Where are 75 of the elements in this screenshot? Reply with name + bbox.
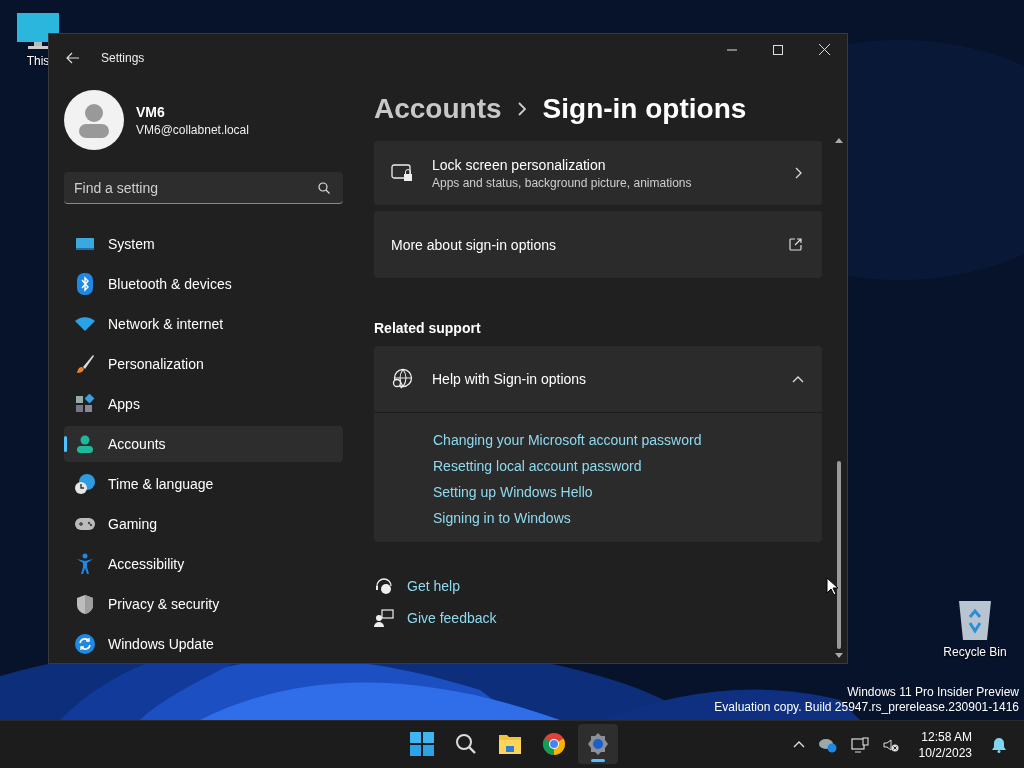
update-icon [74,633,96,655]
window-title: Settings [101,50,145,65]
chevron-right-icon [795,167,802,179]
help-link[interactable]: Setting up Windows Hello [433,484,593,500]
external-link-icon [789,238,802,251]
apps-icon [75,394,95,414]
sidebar-item[interactable]: Apps [64,386,343,422]
user-email: VM6@collabnet.local [136,122,249,137]
card-title: More about sign-in options [391,236,557,253]
help-link[interactable]: Get help [407,578,460,594]
globe-clock-icon [74,473,96,495]
person-icon [75,434,95,454]
back-arrow-icon[interactable] [66,51,80,64]
bluetooth-icon [77,273,93,295]
card-subtitle: Apps and status, background picture, animations [432,175,693,190]
sidebar-item[interactable]: Personalization [64,346,343,382]
chevron-up-icon[interactable] [792,741,805,748]
clock[interactable]: 12:58 AM 10/2/2023 [918,728,972,761]
sidebar-item[interactable]: Windows Update [64,626,343,662]
breadcrumb-link[interactable]: Accounts [374,93,502,125]
sidebar-item[interactable]: Network & internet [64,306,343,342]
volume-muted-icon[interactable] [882,737,899,752]
sidebar-item[interactable]: System [64,226,343,262]
wifi-icon [74,316,96,332]
scrollbar[interactable] [834,137,844,659]
sidebar-item[interactable]: Privacy & security [64,586,343,622]
windows-logo-icon[interactable] [410,732,434,756]
shield-icon [76,593,94,615]
mouse-cursor-icon [826,577,838,596]
cloud-icon[interactable] [818,736,837,753]
card-title: Lock screen personalization [432,156,607,173]
scroll-up-arrow-icon[interactable] [835,137,843,143]
sidebar-item[interactable]: Accessibility [64,546,343,582]
globe-search-icon [391,368,413,390]
network-icon[interactable] [850,736,869,753]
desktop-icon-label[interactable]: Recycle Bin [943,645,1007,659]
desktop-icon-label[interactable]: This [26,54,50,68]
avatar-icon[interactable] [64,90,124,150]
folder-icon[interactable] [498,733,522,755]
search-icon[interactable] [318,182,330,194]
help-link[interactable]: Changing your Microsoft account password [433,432,702,448]
gear-icon[interactable] [586,732,610,756]
scroll-down-arrow-icon[interactable] [835,653,843,659]
help-link[interactable]: Resetting local account password [433,458,642,474]
settings-button[interactable] [578,724,618,764]
sidebar-item[interactable]: Accounts [64,426,343,462]
settings-card[interactable]: Lock screen personalization Apps and status, background picture, animations [374,141,822,205]
monitor-icon[interactable] [16,12,60,50]
user-name: VM6 [136,103,166,120]
page-title: Sign-in options [542,93,747,125]
watermark-text: Windows 11 Pro Insider Preview [847,685,1019,700]
help-link[interactable]: Give feedback [407,610,497,626]
chevron-icon [792,375,804,383]
maximize-icon[interactable] [773,44,783,55]
browser-icon[interactable] [542,732,566,756]
monitor-icon [75,236,95,252]
section-heading: Related support [374,320,482,336]
expander-header[interactable]: Help with Sign-in options [374,346,822,413]
search-field[interactable]: Find a setting [64,172,343,204]
bell-icon[interactable] [992,736,1006,753]
close-icon[interactable] [818,44,830,55]
search-icon[interactable] [455,733,477,755]
lock-screen-icon [391,164,413,182]
watermark-text: Evaluation copy. Build 25947.rs_prerelease.230901-1416 [714,700,1019,715]
help-chat-icon [374,577,394,595]
gamepad-icon [74,516,96,532]
help-link[interactable]: Signing in to Windows [433,510,571,526]
paintbrush-icon [75,354,95,374]
sidebar-item[interactable]: Bluetooth & devices [64,266,343,302]
sidebar-item[interactable]: Gaming [64,506,343,542]
sidebar-item[interactable]: Time & language [64,466,343,502]
feedback-icon [374,609,394,627]
chevron-right-icon [517,102,527,116]
accessibility-icon [75,553,95,575]
settings-card[interactable]: More about sign-in options [374,211,822,278]
